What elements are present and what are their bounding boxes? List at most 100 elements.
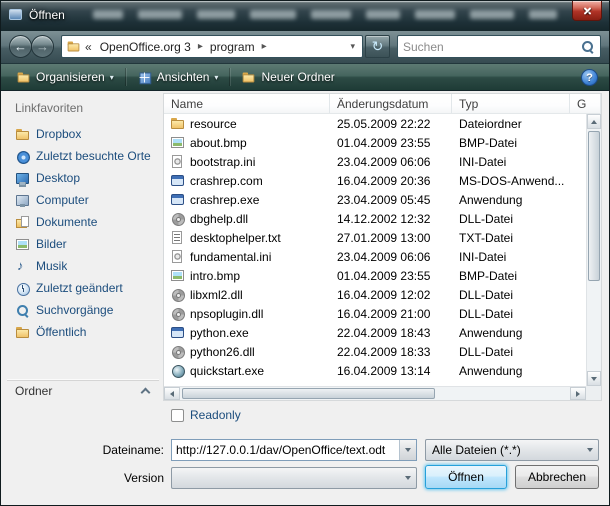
sidebar-item-label: Musik <box>36 259 67 273</box>
sidebar-item-desktop[interactable]: Desktop <box>7 167 159 189</box>
scroll-down-button[interactable] <box>587 371 601 386</box>
forward-button[interactable]: → <box>31 35 54 58</box>
filename-dropdown-button[interactable] <box>399 440 416 460</box>
filename-input[interactable] <box>172 440 399 460</box>
search-input[interactable] <box>403 40 581 54</box>
file-name-cell[interactable]: resource <box>164 116 330 131</box>
file-row[interactable]: crashrep.com16.04.2009 20:36MS-DOS-Anwen… <box>164 171 586 190</box>
folders-expander[interactable]: Ordner <box>7 380 159 401</box>
file-row[interactable]: quickstart.exe16.04.2009 13:14Anwendung <box>164 361 586 380</box>
chevron-down-icon[interactable]: ▾ <box>347 41 358 52</box>
column-header-size[interactable]: G <box>570 94 601 113</box>
breadcrumb-overflow[interactable]: « <box>81 40 94 54</box>
sidebar-item-label: Zuletzt geändert <box>36 281 123 295</box>
sidebar-item-suchvorgänge[interactable]: Suchvorgänge <box>7 299 159 321</box>
column-header-name[interactable]: Name <box>164 94 330 113</box>
file-name-cell[interactable]: quickstart.exe <box>164 363 330 378</box>
file-name-cell[interactable]: crashrep.com <box>164 173 330 188</box>
public-icon <box>15 325 30 340</box>
new-folder-button[interactable]: Neuer Ordner <box>232 66 343 88</box>
scroll-up-button[interactable] <box>587 114 601 129</box>
breadcrumb[interactable]: « OpenOffice.org 3 ▸ program ▸ ▾ <box>61 35 363 58</box>
file-name-cell[interactable]: npsoplugin.dll <box>164 306 330 321</box>
file-row[interactable]: libxml2.dll16.04.2009 12:02DLL-Datei <box>164 285 586 304</box>
version-dropdown-button[interactable] <box>400 476 416 480</box>
horizontal-scroll-thumb[interactable] <box>182 388 435 399</box>
sidebar-item-label: Dropbox <box>36 127 81 141</box>
breadcrumb-segment[interactable]: program <box>204 40 261 54</box>
chevron-right-icon[interactable]: ▸ <box>261 41 268 52</box>
sidebar-item-bilder[interactable]: Bilder <box>7 233 159 255</box>
file-row[interactable]: npsoplugin.dll16.04.2009 21:00DLL-Datei <box>164 304 586 323</box>
file-row[interactable]: bootstrap.ini23.04.2009 06:06INI-Datei <box>164 152 586 171</box>
file-name: desktophelper.txt <box>190 231 281 245</box>
file-row[interactable]: about.bmp01.04.2009 23:55BMP-Datei <box>164 133 586 152</box>
file-row[interactable]: resource25.05.2009 22:22Dateiordner <box>164 114 586 133</box>
readonly-checkbox[interactable] <box>171 409 184 422</box>
file-rows: resource25.05.2009 22:22Dateiordnerabout… <box>164 114 586 386</box>
open-button[interactable]: Öffnen <box>425 465 507 489</box>
file-name: crashrep.com <box>190 174 263 188</box>
file-name: dbghelp.dll <box>190 212 248 226</box>
dialog-footer: Readonly Dateiname: Alle Dateien (*.*) V… <box>1 401 609 505</box>
file-name: quickstart.exe <box>190 364 264 378</box>
file-name-cell[interactable]: libxml2.dll <box>164 287 330 302</box>
sidebar-item-dokumente[interactable]: Dokumente <box>7 211 159 233</box>
scroll-left-button[interactable] <box>164 387 180 400</box>
organize-button[interactable]: Organisieren ▾ <box>7 66 123 88</box>
file-row[interactable]: python.exe22.04.2009 18:43Anwendung <box>164 323 586 342</box>
file-type: Anwendung <box>452 364 570 378</box>
file-name: fundamental.ini <box>190 250 271 264</box>
sidebar-item-zuletzt-besuchte-orte[interactable]: Zuletzt besuchte Orte <box>7 145 159 167</box>
views-button[interactable]: Ansichten ▾ <box>128 66 228 88</box>
file-name-cell[interactable]: dbghelp.dll <box>164 211 330 226</box>
sidebar-item-musik[interactable]: Musik <box>7 255 159 277</box>
sidebar-item-öffentlich[interactable]: Öffentlich <box>7 321 159 343</box>
dll-icon <box>170 306 185 321</box>
file-modified-date: 16.04.2009 20:36 <box>330 174 452 188</box>
titlebar[interactable]: Öffnen <box>1 1 609 31</box>
back-icon: ← <box>14 40 27 53</box>
vertical-scrollbar[interactable] <box>586 114 601 386</box>
cancel-button[interactable]: Abbrechen <box>515 465 599 489</box>
close-button[interactable] <box>572 1 602 21</box>
file-type: BMP-Datei <box>452 136 570 150</box>
file-type: TXT-Datei <box>452 231 570 245</box>
sidebar-item-computer[interactable]: Computer <box>7 189 159 211</box>
file-name-cell[interactable]: bootstrap.ini <box>164 154 330 169</box>
sidebar-item-dropbox[interactable]: Dropbox <box>7 123 159 145</box>
file-name-cell[interactable]: about.bmp <box>164 135 330 150</box>
breadcrumb-segment[interactable]: OpenOffice.org 3 <box>94 40 197 54</box>
file-name-cell[interactable]: python26.dll <box>164 344 330 359</box>
version-select[interactable] <box>171 467 417 489</box>
scroll-right-button[interactable] <box>570 387 586 400</box>
chevron-right-icon[interactable]: ▸ <box>197 41 204 52</box>
file-row[interactable]: intro.bmp01.04.2009 23:55BMP-Datei <box>164 266 586 285</box>
file-name-cell[interactable]: desktophelper.txt <box>164 230 330 245</box>
forward-icon: → <box>36 40 49 53</box>
refresh-button[interactable]: ↻ <box>365 35 390 58</box>
search-icon[interactable] <box>581 40 595 54</box>
file-row[interactable]: fundamental.ini23.04.2009 06:06INI-Datei <box>164 247 586 266</box>
file-row[interactable]: python26.dll22.04.2009 18:33DLL-Datei <box>164 342 586 361</box>
help-button[interactable]: ? <box>581 69 598 86</box>
file-name-cell[interactable]: crashrep.exe <box>164 192 330 207</box>
arrow-down-icon <box>591 377 597 381</box>
file-name-cell[interactable]: python.exe <box>164 325 330 340</box>
sidebar-item-label: Suchvorgänge <box>36 303 113 317</box>
file-row[interactable]: crashrep.exe23.04.2009 05:45Anwendung <box>164 190 586 209</box>
file-name-cell[interactable]: intro.bmp <box>164 268 330 283</box>
horizontal-scrollbar[interactable] <box>164 386 586 400</box>
file-row[interactable]: desktophelper.txt27.01.2009 13:00TXT-Dat… <box>164 228 586 247</box>
column-header-modified[interactable]: Änderungsdatum <box>330 94 452 113</box>
filetype-select[interactable]: Alle Dateien (*.*) <box>425 439 599 461</box>
sidebar-item-zuletzt-geändert[interactable]: Zuletzt geändert <box>7 277 159 299</box>
filetype-dropdown-button[interactable] <box>582 448 598 452</box>
file-name-cell[interactable]: fundamental.ini <box>164 249 330 264</box>
column-header-type[interactable]: Typ <box>452 94 570 113</box>
back-button[interactable]: ← <box>9 35 32 58</box>
file-type: DLL-Datei <box>452 345 570 359</box>
file-row[interactable]: dbghelp.dll14.12.2002 12:32DLL-Datei <box>164 209 586 228</box>
txt-icon <box>170 230 185 245</box>
vertical-scroll-thumb[interactable] <box>588 131 600 281</box>
